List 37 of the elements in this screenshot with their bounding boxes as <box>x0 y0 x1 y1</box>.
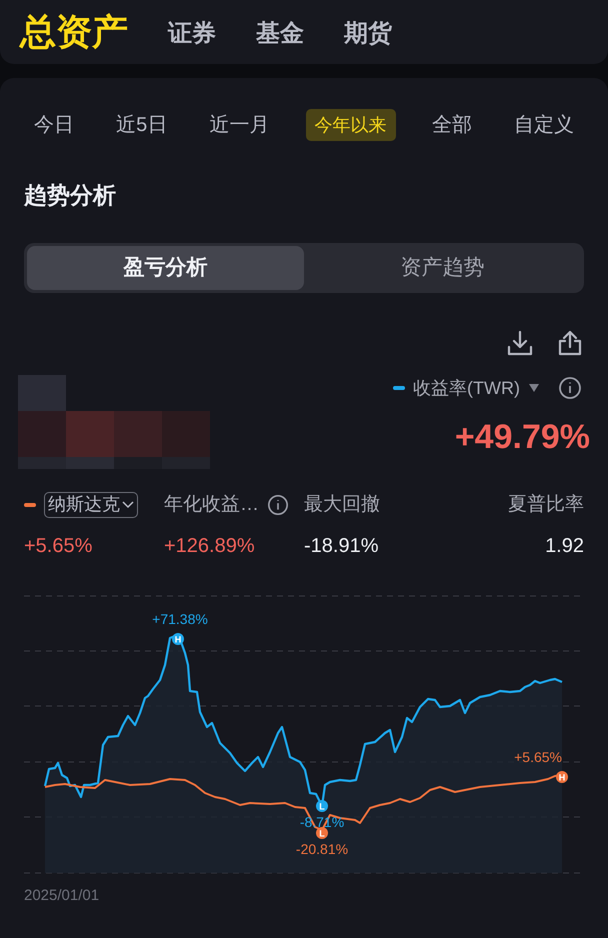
period-tab[interactable]: 近5日 <box>110 109 174 141</box>
period-tab[interactable]: 今年以来 <box>306 109 396 141</box>
header-tab[interactable]: 期货 <box>344 22 392 46</box>
low-marker: L <box>316 800 328 812</box>
period-tab[interactable]: 全部 <box>426 109 478 141</box>
stat-value: 1.92 <box>544 534 584 559</box>
dropdown-icon[interactable] <box>528 383 540 393</box>
metric-label: 收益率(TWR) <box>413 376 520 400</box>
stat-label: 最大回撤 <box>304 492 380 516</box>
stat-value: +126.89% <box>164 534 256 559</box>
share-icon[interactable] <box>556 328 584 356</box>
date-label: 2025/01/01 <box>24 886 100 906</box>
period-tab[interactable]: 自定义 <box>508 109 580 141</box>
info-icon[interactable] <box>267 494 289 516</box>
header-tab[interactable]: 证券 <box>168 22 216 46</box>
section-title: 趋势分析 <box>22 181 117 210</box>
benchmark-dropdown[interactable]: 纳斯达克 <box>44 492 138 518</box>
segment-tab[interactable]: 盈亏分析 <box>27 246 304 290</box>
stat-label: 夏普比率 <box>508 492 584 516</box>
stat-label: 年化收益… <box>164 492 259 516</box>
info-icon[interactable] <box>558 376 582 400</box>
extreme-label: +5.65% <box>514 749 562 765</box>
benchmark-value: +5.65% <box>24 534 94 559</box>
return-value: +49.79% <box>454 416 590 458</box>
low-marker: L <box>316 827 328 839</box>
extreme-label: -20.81% <box>296 841 348 857</box>
header-tab[interactable]: 基金 <box>256 22 304 46</box>
segment-tab[interactable]: 资产趋势 <box>304 246 581 290</box>
high-marker: H <box>556 771 568 783</box>
high-marker: H <box>172 633 184 645</box>
period-tab[interactable]: 近一月 <box>203 109 276 141</box>
period-tab[interactable]: 今日 <box>28 109 80 141</box>
stat-value: -18.91% <box>304 534 380 559</box>
chevron-down-icon <box>122 500 134 509</box>
download-icon[interactable] <box>506 328 534 356</box>
extreme-label: +71.38% <box>152 611 208 627</box>
header-tab[interactable]: 总资产 <box>20 14 128 50</box>
